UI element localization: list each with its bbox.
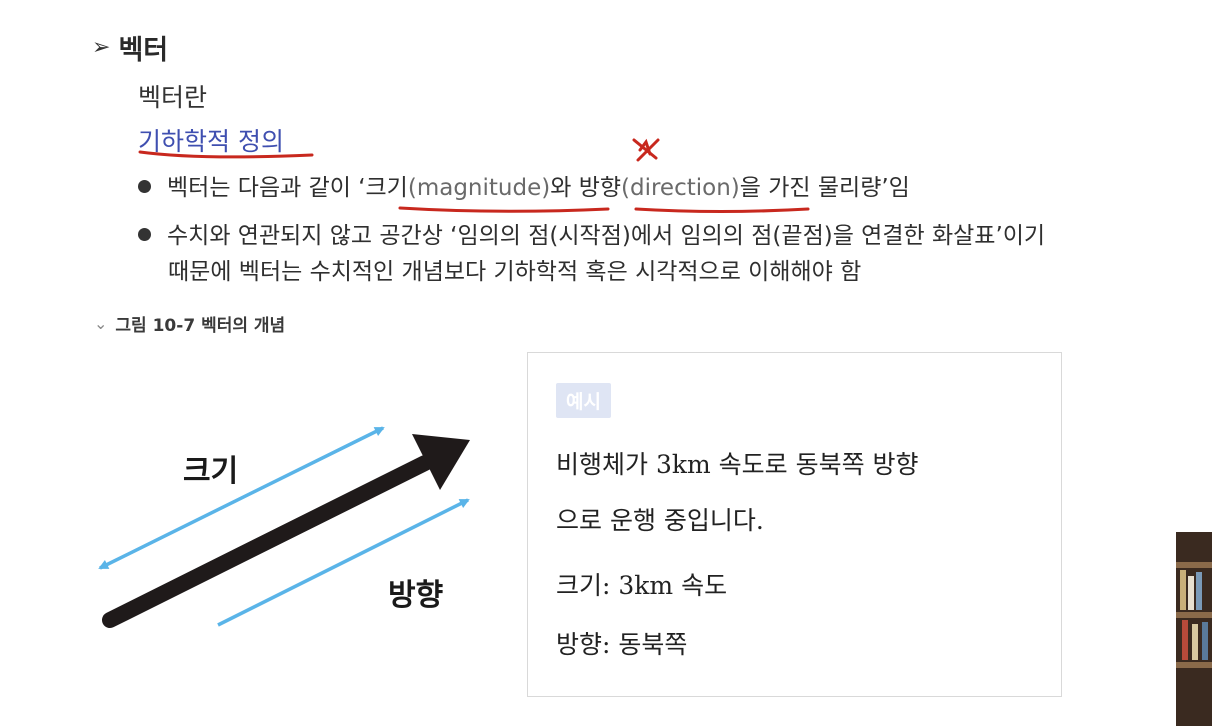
- vector-diagram: [98, 426, 470, 628]
- example-box: 예시 비행체가 3km 속도로 동북쪽 방향 으로 운행 중입니다. 크기: 3…: [527, 352, 1062, 697]
- size-label: 크기: [183, 454, 239, 489]
- underline-annotation: [398, 206, 610, 213]
- example-badge: 예시: [556, 383, 611, 418]
- example-text: 방향: 동북쪽: [556, 630, 688, 659]
- example-text: 크기: 3km 속도: [556, 571, 728, 600]
- direction-label: 방향: [388, 578, 444, 613]
- example-text: 으로 운행 중입니다.: [556, 506, 764, 535]
- example-text: 비행체가 3km 속도로 동북쪽 방향: [556, 450, 919, 479]
- underline-annotation: [138, 150, 314, 159]
- webcam-overlay: [1176, 532, 1212, 726]
- star-annotation-icon: [632, 138, 660, 162]
- underline-annotation: [634, 207, 810, 213]
